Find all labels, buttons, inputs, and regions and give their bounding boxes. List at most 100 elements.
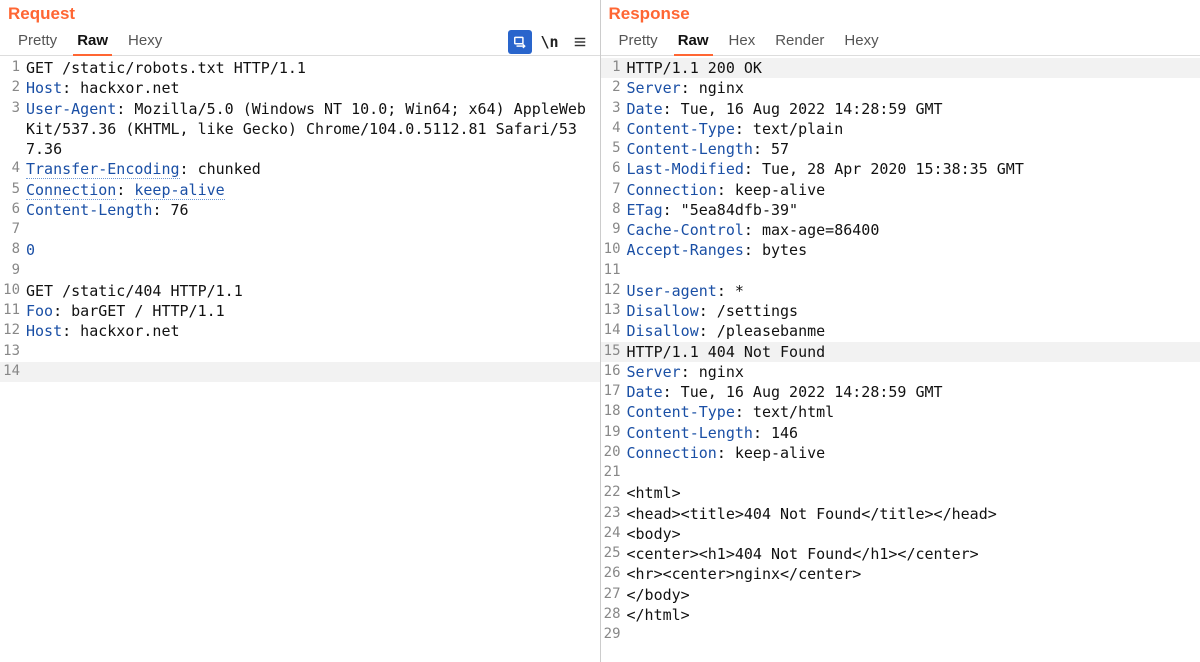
code-line[interactable]: 12Host: hackxor.net xyxy=(0,321,600,341)
code-line[interactable]: 11Foo: barGET / HTTP/1.1 xyxy=(0,301,600,321)
menu-icon[interactable] xyxy=(568,30,592,54)
line-content[interactable]: User-agent: * xyxy=(627,281,1200,301)
line-content[interactable]: Foo: barGET / HTTP/1.1 xyxy=(26,301,600,321)
code-line[interactable]: 80 xyxy=(0,240,600,260)
code-line[interactable]: 14Disallow: /pleasebanme xyxy=(601,321,1200,341)
code-line[interactable]: 3User-Agent: Mozilla/5.0 (Windows NT 10.… xyxy=(0,99,600,160)
code-line[interactable]: 26<hr><center>nginx</center> xyxy=(601,564,1200,584)
tab-hexy[interactable]: Hexy xyxy=(118,28,172,55)
line-content[interactable]: GET /static/404 HTTP/1.1 xyxy=(26,281,600,301)
line-content[interactable]: Server: nginx xyxy=(627,78,1200,98)
code-line[interactable]: 17Date: Tue, 16 Aug 2022 14:28:59 GMT xyxy=(601,382,1200,402)
line-content[interactable]: Connection: keep-alive xyxy=(26,180,600,200)
tab-resp-raw[interactable]: Raw xyxy=(668,28,719,55)
tab-resp-render[interactable]: Render xyxy=(765,28,834,55)
line-content[interactable]: HTTP/1.1 200 OK xyxy=(627,58,1200,78)
code-line[interactable]: 2Server: nginx xyxy=(601,78,1200,98)
actions-icon[interactable] xyxy=(508,30,532,54)
code-line[interactable]: 12User-agent: * xyxy=(601,281,1200,301)
tab-resp-hex[interactable]: Hex xyxy=(719,28,766,55)
line-content[interactable] xyxy=(26,220,600,240)
line-content[interactable]: Date: Tue, 16 Aug 2022 14:28:59 GMT xyxy=(627,382,1200,402)
tab-pretty[interactable]: Pretty xyxy=(8,28,67,55)
code-line[interactable]: 14 xyxy=(0,362,600,382)
code-line[interactable]: 3Date: Tue, 16 Aug 2022 14:28:59 GMT xyxy=(601,99,1200,119)
code-line[interactable]: 25<center><h1>404 Not Found</h1></center… xyxy=(601,544,1200,564)
line-content[interactable]: Content-Length: 146 xyxy=(627,423,1200,443)
request-editor[interactable]: 1GET /static/robots.txt HTTP/1.12Host: h… xyxy=(0,56,600,662)
tab-resp-pretty[interactable]: Pretty xyxy=(609,28,668,55)
code-line[interactable]: 10GET /static/404 HTTP/1.1 xyxy=(0,281,600,301)
line-content[interactable]: Transfer-Encoding: chunked xyxy=(26,159,600,179)
code-line[interactable]: 13 xyxy=(0,342,600,362)
code-line[interactable]: 24<body> xyxy=(601,524,1200,544)
line-content[interactable]: Cache-Control: max-age=86400 xyxy=(627,220,1200,240)
request-header: Request xyxy=(0,0,600,28)
wrap-icon[interactable]: \n xyxy=(538,30,562,54)
line-content[interactable]: 0 xyxy=(26,240,600,260)
line-content[interactable]: Connection: keep-alive xyxy=(627,443,1200,463)
line-content[interactable]: Content-Length: 57 xyxy=(627,139,1200,159)
line-content[interactable]: Server: nginx xyxy=(627,362,1200,382)
code-line[interactable]: 10Accept-Ranges: bytes xyxy=(601,240,1200,260)
code-line[interactable]: 11 xyxy=(601,261,1200,281)
line-content[interactable]: Accept-Ranges: bytes xyxy=(627,240,1200,260)
line-content[interactable]: ETag: "5ea84dfb-39" xyxy=(627,200,1200,220)
line-content[interactable]: User-Agent: Mozilla/5.0 (Windows NT 10.0… xyxy=(26,99,600,160)
line-content[interactable] xyxy=(26,342,600,362)
code-line[interactable]: 2Host: hackxor.net xyxy=(0,78,600,98)
code-line[interactable]: 29 xyxy=(601,625,1200,645)
code-line[interactable]: 1HTTP/1.1 200 OK xyxy=(601,58,1200,78)
code-line[interactable]: 9 xyxy=(0,261,600,281)
code-line[interactable]: 5Connection: keep-alive xyxy=(0,180,600,200)
line-content[interactable]: Content-Type: text/html xyxy=(627,402,1200,422)
code-line[interactable]: 8ETag: "5ea84dfb-39" xyxy=(601,200,1200,220)
line-content[interactable]: Host: hackxor.net xyxy=(26,321,600,341)
code-line[interactable]: 9Cache-Control: max-age=86400 xyxy=(601,220,1200,240)
code-line[interactable]: 4Transfer-Encoding: chunked xyxy=(0,159,600,179)
line-content[interactable]: <hr><center>nginx</center> xyxy=(627,564,1200,584)
line-content[interactable]: Disallow: /pleasebanme xyxy=(627,321,1200,341)
line-content[interactable]: <center><h1>404 Not Found</h1></center> xyxy=(627,544,1200,564)
line-content[interactable]: Host: hackxor.net xyxy=(26,78,600,98)
line-content[interactable]: Connection: keep-alive xyxy=(627,180,1200,200)
code-line[interactable]: 6Last-Modified: Tue, 28 Apr 2020 15:38:3… xyxy=(601,159,1200,179)
code-line[interactable]: 7Connection: keep-alive xyxy=(601,180,1200,200)
line-content[interactable]: <html> xyxy=(627,483,1200,503)
line-content[interactable]: Disallow: /settings xyxy=(627,301,1200,321)
line-content[interactable]: GET /static/robots.txt HTTP/1.1 xyxy=(26,58,600,78)
code-line[interactable]: 27</body> xyxy=(601,585,1200,605)
line-content[interactable] xyxy=(26,261,600,281)
line-content[interactable]: <head><title>404 Not Found</title></head… xyxy=(627,504,1200,524)
code-line[interactable]: 5Content-Length: 57 xyxy=(601,139,1200,159)
code-line[interactable]: 16Server: nginx xyxy=(601,362,1200,382)
code-line[interactable]: 28</html> xyxy=(601,605,1200,625)
line-content[interactable]: </html> xyxy=(627,605,1200,625)
line-content[interactable]: <body> xyxy=(627,524,1200,544)
code-line[interactable]: 21 xyxy=(601,463,1200,483)
code-line[interactable]: 1GET /static/robots.txt HTTP/1.1 xyxy=(0,58,600,78)
line-content[interactable]: </body> xyxy=(627,585,1200,605)
code-line[interactable]: 18Content-Type: text/html xyxy=(601,402,1200,422)
code-line[interactable]: 22<html> xyxy=(601,483,1200,503)
code-line[interactable]: 23<head><title>404 Not Found</title></he… xyxy=(601,504,1200,524)
line-content[interactable] xyxy=(627,261,1200,281)
line-content[interactable] xyxy=(627,625,1200,645)
line-content[interactable]: Date: Tue, 16 Aug 2022 14:28:59 GMT xyxy=(627,99,1200,119)
code-line[interactable]: 19Content-Length: 146 xyxy=(601,423,1200,443)
response-viewer[interactable]: 1HTTP/1.1 200 OK2Server: nginx3Date: Tue… xyxy=(601,56,1200,662)
code-line[interactable]: 6Content-Length: 76 xyxy=(0,200,600,220)
line-content[interactable]: Content-Length: 76 xyxy=(26,200,600,220)
code-line[interactable]: 13Disallow: /settings xyxy=(601,301,1200,321)
tab-resp-hexy[interactable]: Hexy xyxy=(834,28,888,55)
code-line[interactable]: 4Content-Type: text/plain xyxy=(601,119,1200,139)
code-line[interactable]: 20Connection: keep-alive xyxy=(601,443,1200,463)
line-content[interactable]: Last-Modified: Tue, 28 Apr 2020 15:38:35… xyxy=(627,159,1200,179)
line-content[interactable]: Content-Type: text/plain xyxy=(627,119,1200,139)
tab-raw[interactable]: Raw xyxy=(67,28,118,55)
line-content[interactable]: HTTP/1.1 404 Not Found xyxy=(627,342,1200,362)
code-line[interactable]: 15HTTP/1.1 404 Not Found xyxy=(601,342,1200,362)
code-line[interactable]: 7 xyxy=(0,220,600,240)
line-content[interactable] xyxy=(26,362,600,382)
line-content[interactable] xyxy=(627,463,1200,483)
